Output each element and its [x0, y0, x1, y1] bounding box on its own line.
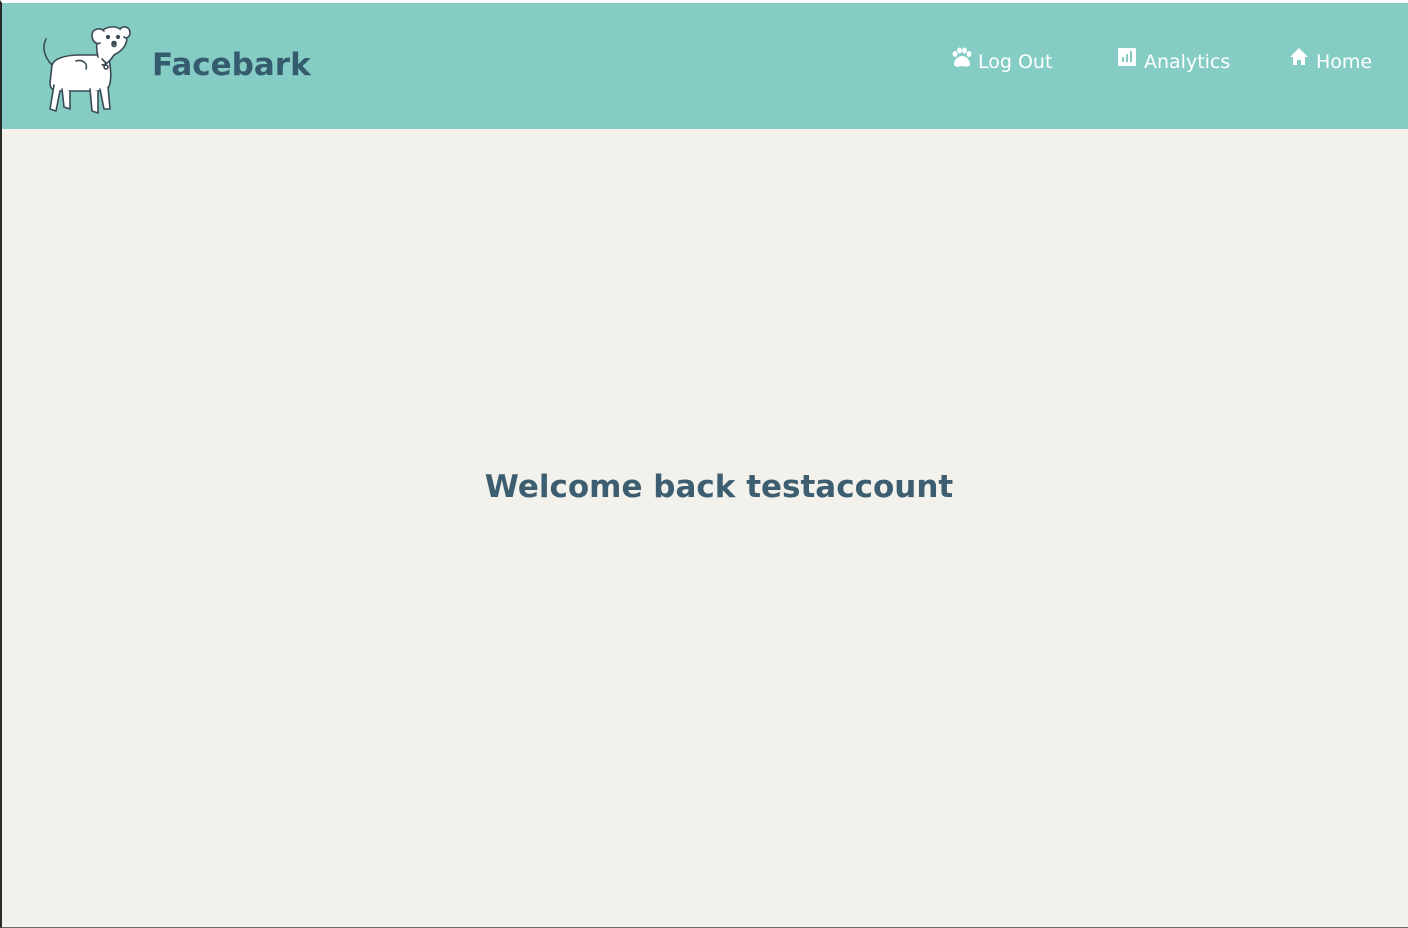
bar-chart-icon — [1116, 46, 1138, 68]
home-icon — [1288, 46, 1310, 68]
nav-analytics-label: Analytics — [1144, 51, 1231, 73]
dog-logo-icon[interactable] — [40, 21, 132, 117]
welcome-heading: Welcome back testaccount — [484, 468, 954, 505]
nav-logout-link[interactable]: Log Out — [950, 47, 1052, 77]
nav-home-link[interactable]: Home — [1288, 47, 1372, 77]
nav-analytics-link[interactable]: Analytics — [1116, 47, 1230, 77]
paw-icon — [950, 46, 972, 68]
brand-name[interactable]: Facebark — [152, 47, 311, 83]
app-window: Facebark Log Out Analytics Home Welcome … — [0, 0, 1408, 928]
nav-home-label: Home — [1316, 51, 1373, 73]
nav-logout-label: Log Out — [978, 51, 1053, 73]
navbar: Facebark Log Out Analytics Home — [2, 3, 1408, 129]
